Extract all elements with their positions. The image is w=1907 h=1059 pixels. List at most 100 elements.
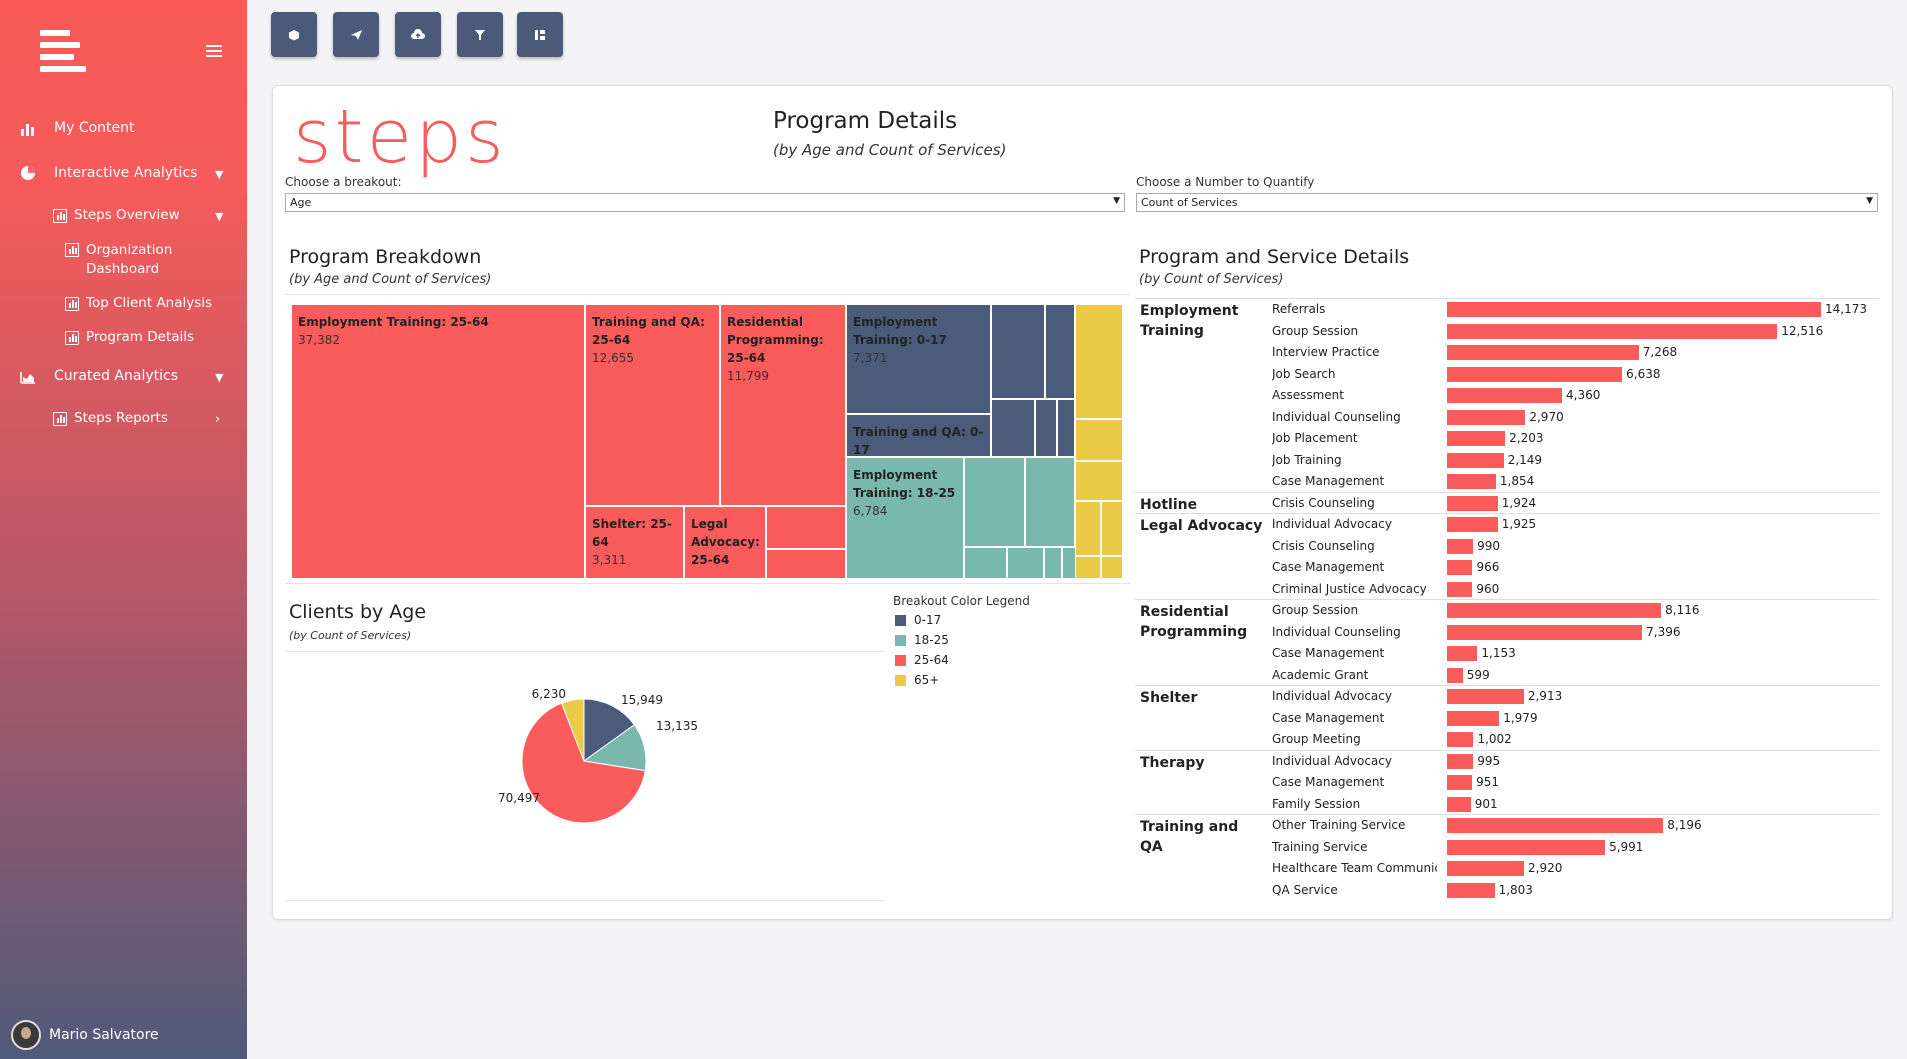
service-row[interactable]: Individual Advocacy 995 [1135,751,1879,773]
treemap-tile[interactable] [766,506,846,549]
treemap-tile[interactable] [1044,547,1062,579]
cloud-upload-button[interactable] [395,12,441,57]
nav-my-content[interactable]: My Content [20,120,135,136]
service-bar[interactable] [1447,474,1496,489]
treemap-tile[interactable]: Shelter: 25-64 3,311 [585,506,684,579]
treemap-tile[interactable] [1007,547,1044,579]
chevron-down-icon[interactable]: ▼ [215,168,223,181]
treemap-tile[interactable] [1075,304,1123,419]
treemap-tile[interactable]: Training and QA: 0-17 [846,414,991,457]
treemap-tile[interactable]: Employment Training: 0-17 7,371 [846,304,991,414]
service-bar[interactable] [1447,517,1498,532]
treemap-tile[interactable] [1045,304,1075,399]
service-bar[interactable] [1447,818,1664,833]
service-row[interactable]: Family Session 901 [1135,794,1879,816]
service-row[interactable]: Job Search 6,638 [1135,364,1879,386]
service-bar[interactable] [1447,452,1504,468]
service-bar[interactable] [1447,431,1506,446]
service-row[interactable]: Individual Advocacy 2,913 [1135,686,1879,708]
sidebar-item-organization-dashboard[interactable]: Organization Dashboard [65,241,185,279]
treemap-tile[interactable] [1075,419,1123,461]
service-bar[interactable] [1447,538,1474,554]
service-bar[interactable] [1447,689,1524,704]
treemap-tile[interactable] [1057,399,1075,457]
service-bar[interactable] [1447,603,1662,618]
service-row[interactable]: Individual Counseling 7,396 [1135,622,1879,644]
service-bar[interactable] [1447,710,1500,726]
service-row[interactable]: Healthcare Team Communic.. 2,920 [1135,858,1879,880]
treemap-tile[interactable] [991,399,1035,457]
service-row[interactable]: Case Management 1,979 [1135,708,1879,730]
treemap-tile[interactable] [1075,461,1123,501]
treemap-tile[interactable] [991,304,1045,399]
sidebar-item-program-details[interactable]: Program Details [65,329,194,345]
treemap-tile[interactable] [1035,399,1057,457]
treemap-tile[interactable]: Training and QA: 25-64 12,655 [585,304,720,506]
treemap-tile[interactable] [964,457,1025,547]
service-bar[interactable] [1447,839,1606,855]
service-row[interactable]: Group Meeting 1,002 [1135,729,1879,751]
service-row[interactable]: Assessment 4,360 [1135,385,1879,407]
service-row[interactable]: Individual Advocacy 1,925 [1135,514,1879,536]
nav-curated-analytics[interactable]: Curated Analytics [20,368,178,384]
treemap-tile[interactable] [1075,556,1101,579]
treemap-tile[interactable]: Legal Advocacy: 25-64 [684,506,766,579]
treemap-tile[interactable] [1025,457,1075,547]
service-bar[interactable] [1447,753,1474,769]
service-row[interactable]: Case Management 1,854 [1135,471,1879,493]
service-bar[interactable] [1447,732,1474,747]
app-logo[interactable] [40,30,86,72]
service-bar[interactable] [1447,624,1643,640]
service-row[interactable]: Case Management 966 [1135,557,1879,579]
chevron-down-icon[interactable]: ▼ [215,210,223,223]
service-row[interactable]: Group Session 12,516 [1135,321,1879,343]
service-bar[interactable] [1447,667,1463,683]
sidebar-item-steps-overview[interactable]: Steps Overview [53,207,180,223]
service-row[interactable]: Other Training Service 8,196 [1135,815,1879,837]
service-row[interactable]: Crisis Counseling 990 [1135,536,1879,558]
service-bar[interactable] [1447,775,1473,790]
service-row[interactable]: Criminal Justice Advocacy 960 [1135,579,1879,601]
service-row[interactable]: Crisis Counseling 1,924 [1135,493,1879,515]
service-bar[interactable] [1447,796,1471,812]
treemap-tile[interactable] [1101,501,1123,556]
service-bar[interactable] [1447,366,1623,382]
service-row[interactable]: Training Service 5,991 [1135,837,1879,859]
treemap-tile[interactable]: Employment Training: 25-64 37,382 [291,304,585,579]
service-bar[interactable] [1447,495,1498,511]
treemap-tile[interactable] [1101,556,1123,579]
treemap-tile[interactable]: Residential Programming: 25-64 11,799 [720,304,846,506]
service-bar[interactable] [1447,323,1778,339]
service-row[interactable]: Group Session 8,116 [1135,600,1879,622]
sidebar-item-steps-reports[interactable]: Steps Reports [53,410,168,426]
treemap-tile[interactable] [1075,501,1101,556]
chevron-down-icon[interactable]: ▼ [215,371,223,384]
treemap-tile[interactable] [1062,547,1076,579]
menu-toggle-icon[interactable] [206,45,222,57]
treemap-tile[interactable] [766,549,846,579]
service-row[interactable]: Job Placement 2,203 [1135,428,1879,450]
service-bar[interactable] [1447,646,1478,661]
cube-button[interactable] [271,12,317,57]
service-row[interactable]: Case Management 951 [1135,772,1879,794]
service-row[interactable]: Academic Grant 599 [1135,665,1879,687]
service-bar[interactable] [1447,560,1473,575]
columns-button[interactable] [517,12,563,57]
service-bar[interactable] [1447,302,1821,317]
service-row[interactable]: Case Management 1,153 [1135,643,1879,665]
chevron-right-icon[interactable]: › [215,412,220,427]
service-bar[interactable] [1447,581,1473,597]
send-button[interactable] [333,12,379,57]
sidebar-item-top-client-analysis[interactable]: Top Client Analysis [65,295,212,311]
user-profile[interactable]: Mario Salvatore [11,1020,159,1050]
service-row[interactable]: Job Training 2,149 [1135,450,1879,472]
service-row[interactable]: QA Service 1,803 [1135,880,1879,902]
treemap-tile[interactable]: Employment Training: 18-25 6,784 [846,457,964,579]
breakout-select[interactable]: Age ▼ [285,193,1125,212]
service-row[interactable]: Interview Practice 7,268 [1135,342,1879,364]
filter-button[interactable] [457,12,503,57]
service-row[interactable]: Referrals 14,173 [1135,299,1879,321]
nav-interactive-analytics[interactable]: Interactive Analytics [20,165,197,181]
service-row[interactable]: Individual Counseling 2,970 [1135,407,1879,429]
quantify-select[interactable]: Count of Services ▼ [1136,193,1878,212]
